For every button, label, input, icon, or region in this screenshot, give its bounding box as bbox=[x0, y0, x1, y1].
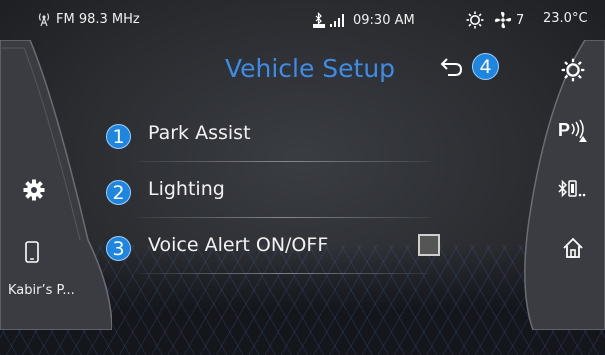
back-arrow-icon bbox=[440, 58, 463, 76]
settings-gear-icon bbox=[23, 179, 45, 201]
climate-button[interactable] bbox=[560, 57, 586, 83]
home-button[interactable] bbox=[561, 236, 585, 260]
back-number-badge: 4 bbox=[472, 53, 499, 80]
item-number-badge: 1 bbox=[106, 124, 131, 149]
menu-item-lighting[interactable]: 2 Lighting bbox=[104, 168, 430, 218]
phone-icon bbox=[25, 241, 39, 263]
park-assist-button[interactable]: P bbox=[557, 118, 587, 144]
page-title: Vehicle Setup bbox=[224, 54, 396, 83]
item-number-badge: 2 bbox=[106, 180, 131, 205]
menu-item-label: Voice Alert ON/OFF bbox=[148, 234, 329, 256]
row-divider bbox=[139, 217, 430, 218]
bluetooth-icon bbox=[313, 12, 325, 28]
clock: 09:30 AM bbox=[353, 12, 415, 28]
vehicle-setup-screen: FM 98.3 MHz 09:30 AM 7 23.0°C Kabir’s P.… bbox=[0, 0, 605, 355]
settings-button[interactable] bbox=[22, 178, 46, 202]
temperature: 23.0°C bbox=[543, 11, 588, 26]
radio-signal-icon bbox=[38, 13, 50, 27]
menu-item-label: Lighting bbox=[148, 178, 225, 200]
fan-speed: 7 bbox=[516, 12, 525, 28]
radio-status[interactable]: FM 98.3 MHz bbox=[36, 11, 140, 27]
home-icon bbox=[563, 237, 583, 258]
back-button[interactable] bbox=[440, 56, 464, 80]
bluetooth-device-icon bbox=[558, 179, 586, 198]
park-assist-icon: P bbox=[558, 119, 587, 142]
connectivity-status: 09:30 AM bbox=[313, 11, 415, 29]
bluetooth-device-button[interactable] bbox=[557, 177, 589, 203]
status-bar: FM 98.3 MHz 09:30 AM 7 23.0°C bbox=[0, 0, 605, 40]
climate-status[interactable]: 7 bbox=[466, 11, 524, 29]
svg-text:P: P bbox=[558, 120, 570, 140]
menu-item-label: Park Assist bbox=[148, 122, 251, 144]
voice-alert-checkbox[interactable] bbox=[418, 234, 440, 256]
row-divider bbox=[139, 273, 430, 274]
item-number-badge: 3 bbox=[106, 236, 131, 261]
temperature-status: 23.0°C bbox=[543, 11, 588, 26]
row-divider bbox=[139, 161, 430, 162]
phone-device-name[interactable]: Kabir’s P... bbox=[8, 283, 75, 298]
signal-bars-icon bbox=[330, 14, 344, 27]
phone-button[interactable] bbox=[22, 240, 42, 264]
climate-sun-icon bbox=[466, 11, 484, 29]
climate-sun-icon bbox=[561, 58, 585, 82]
fan-icon bbox=[494, 11, 512, 29]
radio-frequency: FM 98.3 MHz bbox=[56, 11, 140, 27]
menu-item-voice-alert[interactable]: 3 Voice Alert ON/OFF bbox=[104, 224, 430, 274]
menu-item-park-assist[interactable]: 1 Park Assist bbox=[104, 112, 430, 162]
